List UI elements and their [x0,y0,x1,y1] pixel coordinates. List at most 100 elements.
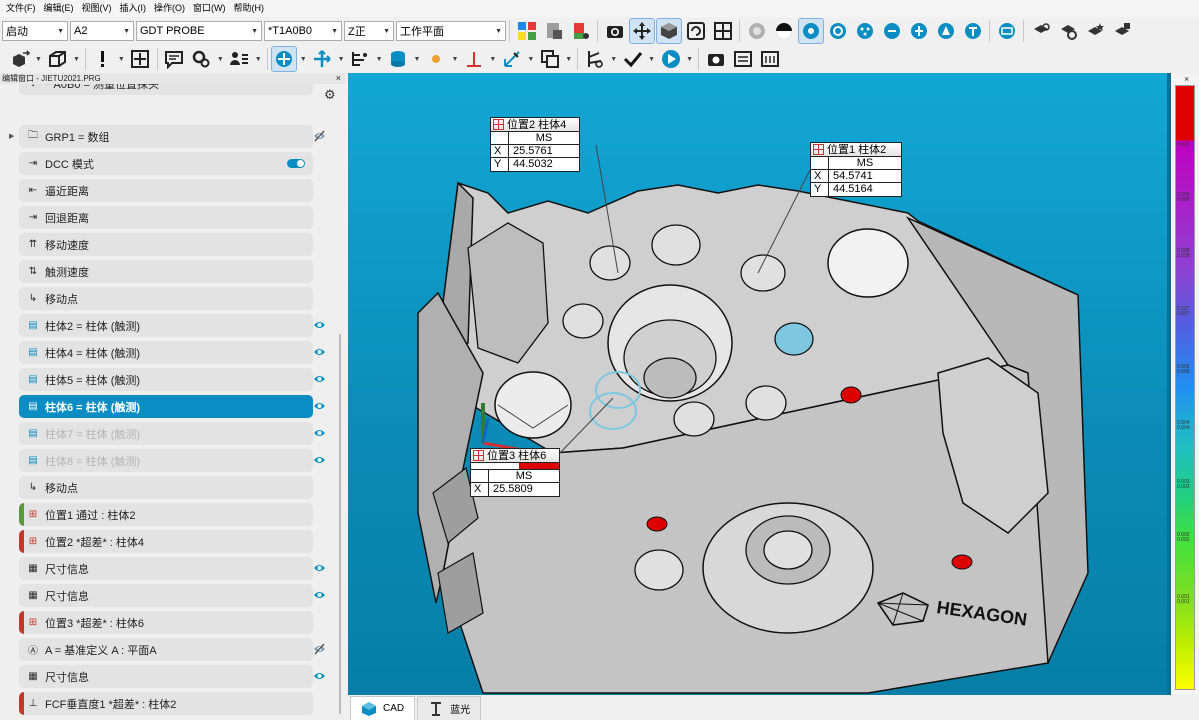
eye-icon[interactable] [313,589,326,601]
verify-button[interactable] [621,47,645,71]
point-tool-button[interactable] [424,47,448,71]
shade-button[interactable] [772,19,796,43]
program-row[interactable]: ▤ 柱体6 = 柱体 (触测) [19,395,325,418]
scan-feature-button[interactable] [880,19,904,43]
eye-icon[interactable] [313,427,326,439]
mode-select[interactable]: 启动 ▼ [2,21,68,41]
chevron-down-icon[interactable]: ▼ [255,56,262,63]
program-row[interactable]: ↳ 移动点 [19,287,313,310]
probe-select[interactable]: GDT PROBE ▼ [136,21,262,41]
rotate-view-button[interactable] [684,19,708,43]
close-icon[interactable]: × [1184,74,1189,84]
chevron-down-icon[interactable]: ▼ [451,56,458,63]
program-row[interactable]: ⇤ 逼近距离 [19,179,313,202]
auto-feature-button[interactable] [271,46,298,72]
tip-select[interactable]: *T1A0B0 ▼ [264,21,342,41]
program-row[interactable]: ↓ **A0B0 = 测量位置探头 [19,84,313,95]
cylinder-tool-button[interactable] [386,47,410,71]
probe-tip-select[interactable]: A2 ▼ [70,21,134,41]
program-row[interactable]: ▤ 柱体7 = 柱体 (触测) [19,422,325,445]
scrollbar[interactable] [339,334,341,714]
copy-button[interactable] [538,47,562,71]
menu-window[interactable]: 窗口(W) [189,0,230,17]
position-label-box[interactable]: 位置2 柱体4 MS X 25.5761 Y 44.5032 [490,117,580,172]
chevron-down-icon[interactable]: ▼ [414,56,421,63]
tab-cad[interactable]: CAD [350,696,416,720]
gear-icon[interactable]: ⚙ [324,88,338,102]
program-row[interactable]: ▦ 尺寸信息 [19,584,325,607]
probe-export-button[interactable] [1110,19,1134,43]
position-label-box[interactable]: 位置3 柱体6 MS X 25.5809 [470,448,560,497]
align-button[interactable] [310,47,334,71]
program-row[interactable]: ▤ 柱体4 = 柱体 (触测) [19,341,325,364]
eye-icon[interactable] [313,319,326,331]
probe-settings-button[interactable] [1056,19,1080,43]
program-row[interactable]: ⇥ 回退距离 [19,206,313,229]
eye-icon[interactable] [313,373,326,385]
alignment-list-button[interactable] [348,47,372,71]
program-row[interactable]: ↳ 移动点 [19,476,313,499]
tab-blue-light[interactable]: 蓝光 [417,696,482,720]
program-row[interactable]: ⇥ DCC 模式 [19,152,313,175]
edge-feature-button[interactable] [907,19,931,43]
eye-off-icon[interactable] [313,130,326,142]
fit-view-button[interactable] [711,19,735,43]
chevron-down-icon[interactable]: ▼ [686,56,693,63]
eye-icon[interactable] [313,454,326,466]
chevron-down-icon[interactable]: ▼ [565,56,572,63]
circle-feature-button[interactable] [826,19,850,43]
probe-add-button[interactable] [1083,19,1107,43]
program-row[interactable]: ▤ 柱体8 = 柱体 (触测) [19,449,325,472]
view-select[interactable]: Z正 ▼ [344,21,394,41]
chevron-down-icon[interactable]: ▼ [73,56,80,63]
flag-button[interactable] [569,19,593,43]
menu-insert[interactable]: 插入(I) [116,0,151,17]
chevron-down-icon[interactable]: ▼ [527,56,534,63]
chevron-down-icon[interactable]: ▼ [35,56,42,63]
eye-icon[interactable] [313,400,326,412]
chevron-down-icon[interactable]: ▼ [648,56,655,63]
snapshot-button[interactable] [704,47,728,71]
wireframe-button[interactable] [45,47,69,71]
program-row[interactable]: ⇅ 触测速度 [19,260,313,283]
program-row[interactable]: ⇈ 移动速度 [19,233,313,256]
settings-gears-button[interactable] [189,47,213,71]
report-button[interactable] [542,19,566,43]
program-row[interactable]: ⊞ 位置3 *超差* : 柱体6 [19,611,313,634]
menu-help[interactable]: 帮助(H) [230,0,269,17]
color-map-button[interactable] [515,19,539,43]
probe-ball-button[interactable] [745,19,769,43]
program-row[interactable]: 🗀 GRP1 = 数组 [19,125,325,148]
path-button[interactable] [583,47,607,71]
cad-viewport[interactable]: HEXAGON 位置2 柱体4 MS X 25.5761 Y 44.5032 位置1… [348,73,1170,695]
marker-button[interactable] [90,47,114,71]
menu-operation[interactable]: 操作(O) [150,0,189,17]
export-button[interactable] [8,47,32,71]
operator-button[interactable] [227,47,251,71]
close-icon[interactable]: × [336,73,341,84]
slot-feature-button[interactable] [961,19,985,43]
translate-view-button[interactable] [628,18,655,44]
points-feature-button[interactable] [853,19,877,43]
chevron-down-icon[interactable]: ▼ [300,56,307,63]
position-label-box[interactable]: 位置1 柱体2 MS X 54.5741 Y 44.5164 [810,142,902,197]
program-row[interactable]: ⊞ 位置2 *超差* : 柱体4 [19,530,313,553]
chevron-down-icon[interactable]: ▼ [338,56,345,63]
menu-file[interactable]: 文件(F) [2,0,40,17]
program-row[interactable]: ⊥ FCF垂直度1 *超差* : 柱体2 [19,692,313,715]
program-row[interactable]: ⊞ 位置1 通过 : 柱体2 [19,503,313,526]
expand-arrow-icon[interactable]: ▶ [9,132,14,140]
perpendicular-tool-button[interactable] [462,47,486,71]
program-row[interactable]: ▦ 尺寸信息 [19,665,325,688]
program-row[interactable]: ▦ 尺寸信息 [19,557,325,580]
probe-info-button[interactable] [1029,19,1053,43]
eye-icon[interactable] [313,670,326,682]
eye-off-icon[interactable] [313,643,326,655]
program-row[interactable]: ▤ 柱体2 = 柱体 (触测) [19,314,325,337]
program-row[interactable]: ▤ 柱体5 = 柱体 (触测) [19,368,325,391]
workplane-select[interactable]: 工作平面 ▼ [396,21,506,41]
chevron-down-icon[interactable]: ▼ [217,56,224,63]
cube-view-button[interactable] [655,18,682,44]
chevron-down-icon[interactable]: ▼ [489,56,496,63]
cone-feature-button[interactable] [934,19,958,43]
